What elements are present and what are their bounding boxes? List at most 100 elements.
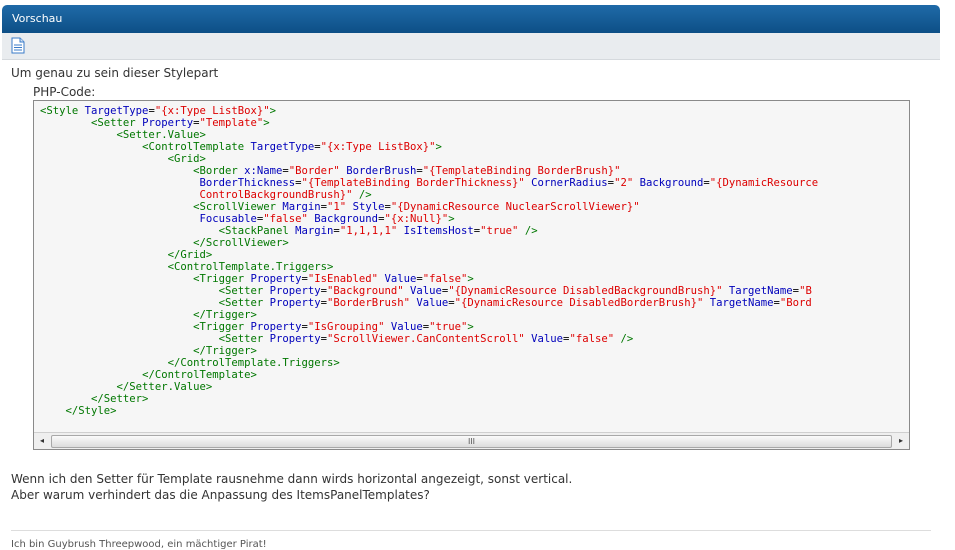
scroll-right-icon[interactable]: ▸ xyxy=(893,433,909,449)
code-token: </ControlTemplate.Triggers> xyxy=(167,357,340,369)
code-token: "B xyxy=(799,285,812,297)
code-line: </ControlTemplate> xyxy=(40,369,909,381)
code-token: "BorderBrush" xyxy=(327,297,417,309)
code-token: "{DynamicResource NuclearScrollViewer}" xyxy=(390,201,640,213)
code-token: Margin xyxy=(282,201,321,213)
code-line: Focusable="false" Background="{x:Null}"> xyxy=(40,213,909,225)
code-token: x:Name xyxy=(244,165,283,177)
code-token: "true" xyxy=(480,225,525,237)
code-token: > xyxy=(435,141,442,153)
code-token: <StackPanel xyxy=(218,225,296,237)
scrollbar-thumb[interactable]: III xyxy=(51,435,892,448)
code-token: Background xyxy=(639,177,704,189)
code-line: <ControlTemplate TargetType="{x:Type Lis… xyxy=(40,141,909,153)
code-token: </Grid> xyxy=(167,249,213,261)
code-token: <Setter xyxy=(218,333,270,345)
code-token: > xyxy=(269,105,277,117)
code-line: </ScrollViewer> xyxy=(40,237,909,249)
document-icon[interactable] xyxy=(11,37,27,55)
code-token: </Trigger> xyxy=(193,345,257,357)
code-token: Value xyxy=(384,273,417,285)
code-line: <Setter.Value> xyxy=(40,129,909,141)
code-token: > xyxy=(263,117,270,129)
preview-title: Vorschau xyxy=(12,12,63,25)
code-token: /> xyxy=(524,225,538,237)
code-token: </Trigger> xyxy=(193,309,257,321)
code-token: "2" xyxy=(614,177,640,189)
post-paragraph-1: Wenn ich den Setter für Template rausneh… xyxy=(11,472,573,486)
code-token: TargetType xyxy=(250,141,315,153)
code-content: <Style TargetType="{x:Type ListBox}"> <S… xyxy=(40,105,909,427)
code-token: Value xyxy=(390,321,423,333)
code-token: </Setter.Value> xyxy=(116,381,213,393)
code-token: <Grid> xyxy=(167,153,206,165)
code-line: </Setter.Value> xyxy=(40,381,909,393)
code-token: "IsEnabled" xyxy=(307,273,385,285)
code-line: <Setter Property="ScrollViewer.CanConten… xyxy=(40,333,909,345)
code-token: <Style xyxy=(40,105,85,117)
code-token: <Setter xyxy=(218,297,270,309)
code-token: Value xyxy=(531,333,564,345)
code-token: ControlBackgroundBrush}" xyxy=(199,189,359,201)
code-line: BorderThickness="{TemplateBinding Border… xyxy=(40,177,909,189)
code-token: <ControlTemplate.Triggers> xyxy=(167,261,334,273)
signature-text: Ich bin Guybrush Threepwood, ein mächtig… xyxy=(11,539,267,550)
signature-divider xyxy=(11,530,931,531)
code-token: TargetType xyxy=(84,105,149,117)
code-token: Property xyxy=(250,273,302,285)
horizontal-scrollbar[interactable]: ◂ III ▸ xyxy=(34,432,909,449)
post-paragraph-2: Aber warum verhindert das die Anpassung … xyxy=(11,488,430,502)
code-token: "Border" xyxy=(288,165,347,177)
code-token: "false" xyxy=(422,273,468,285)
code-line: <Trigger Property="IsGrouping" Value="tr… xyxy=(40,321,909,333)
scroll-left-icon[interactable]: ◂ xyxy=(34,433,50,449)
code-line: </ControlTemplate.Triggers> xyxy=(40,357,909,369)
code-token: Value xyxy=(416,297,449,309)
code-token: <Setter.Value> xyxy=(116,129,206,141)
scrollbar-grip-icon: III xyxy=(467,437,476,446)
code-token: BorderThickness xyxy=(199,177,296,189)
code-token: <ScrollViewer xyxy=(193,201,283,213)
preview-title-bar: Vorschau xyxy=(2,5,940,33)
code-token: <Border xyxy=(193,165,245,177)
code-token: <Setter xyxy=(91,117,143,129)
code-token: </Style> xyxy=(65,405,117,417)
code-token: Property xyxy=(269,297,321,309)
post-intro-text: Um genau zu sein dieser Stylepart xyxy=(11,66,219,80)
code-token: "{x:Type ListBox}" xyxy=(154,105,270,117)
code-token: /> xyxy=(358,189,372,201)
code-line: <ScrollViewer Margin="1" Style="{Dynamic… xyxy=(40,201,909,213)
code-token: Style xyxy=(352,201,385,213)
code-token: "1" xyxy=(327,201,353,213)
code-token: > xyxy=(448,213,455,225)
code-line: <StackPanel Margin="1,1,1,1" IsItemsHost… xyxy=(40,225,909,237)
code-line: <Grid> xyxy=(40,153,909,165)
code-block[interactable]: <Style TargetType="{x:Type ListBox}"> <S… xyxy=(33,100,910,450)
code-line: </Setter> xyxy=(40,393,909,405)
code-line: <Setter Property="BorderBrush" Value="{D… xyxy=(40,297,909,309)
code-line: <Style TargetType="{x:Type ListBox}"> xyxy=(40,105,909,117)
code-token: "true" xyxy=(429,321,468,333)
preview-toolbar xyxy=(2,33,940,60)
code-token: Property xyxy=(142,117,194,129)
code-token: <Trigger xyxy=(193,273,251,285)
